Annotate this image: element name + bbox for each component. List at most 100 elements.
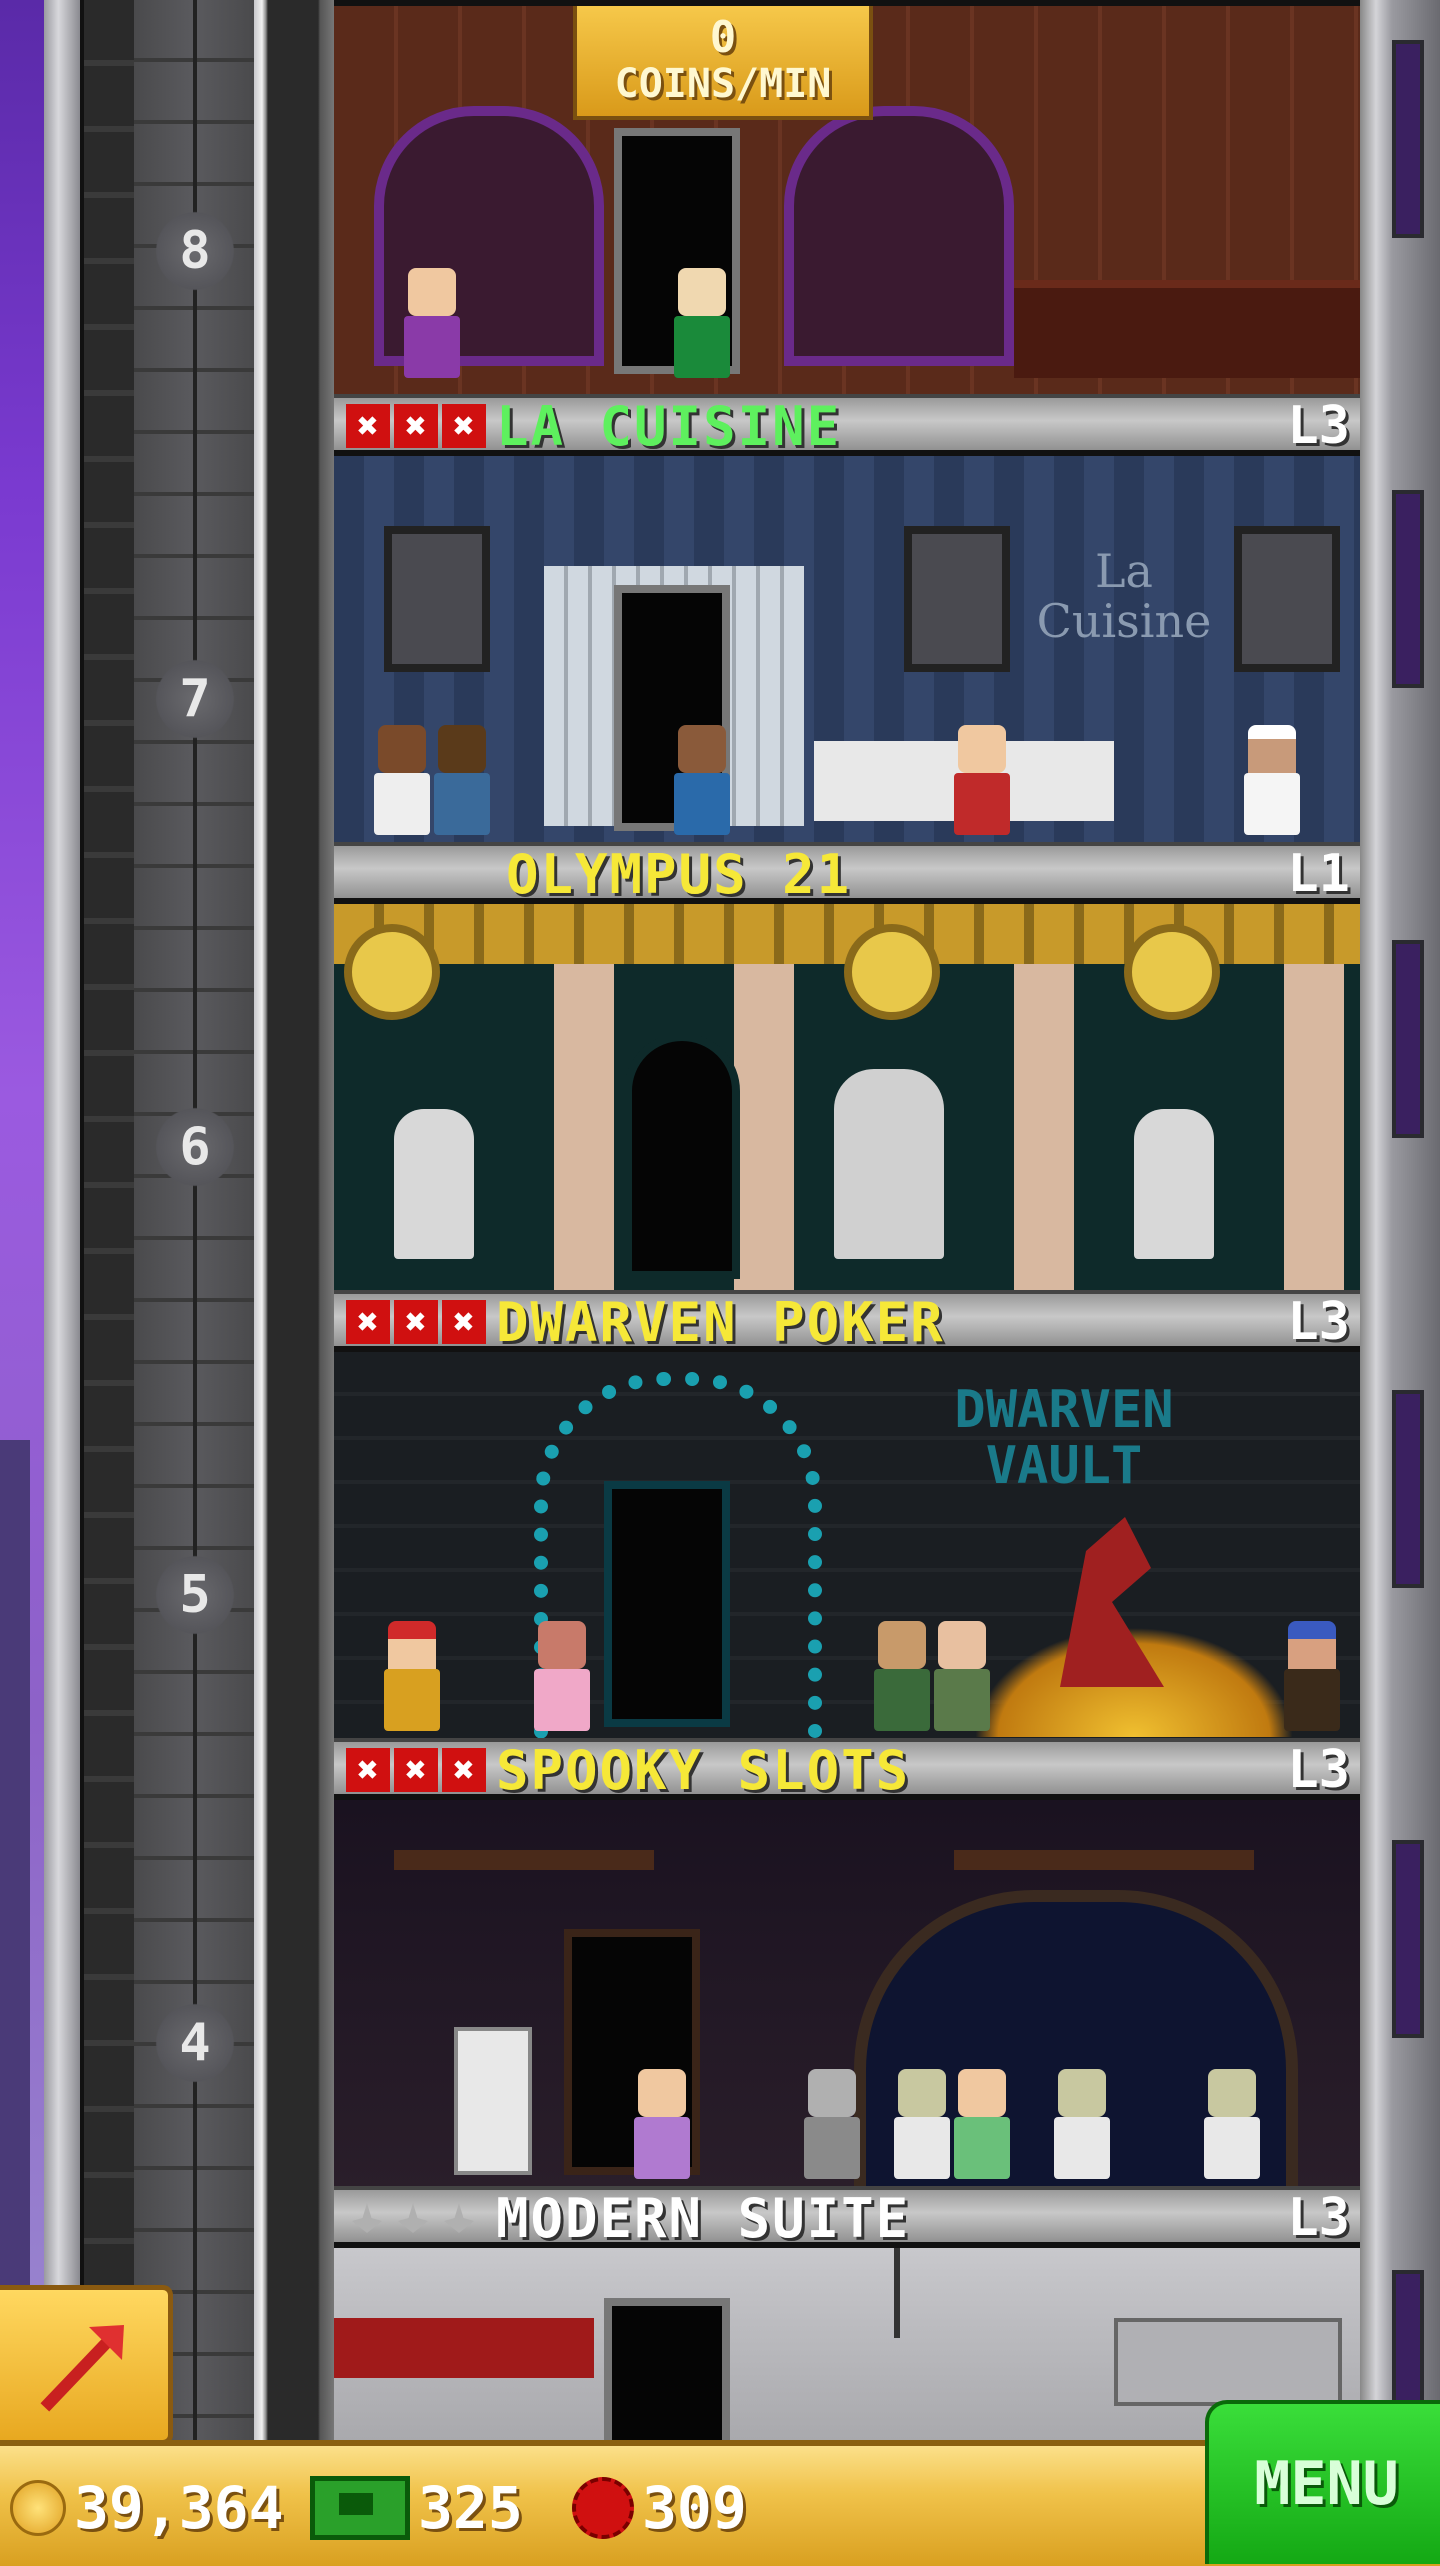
room-name: SPOOKY SLOTS [496,1738,911,1802]
star-rating [346,2203,496,2233]
gem-icon [572,2477,634,2539]
statue [1134,1109,1214,1259]
spade-medallion [1124,924,1220,1020]
floor-label-spooky-slots[interactable]: ✖ ✖ ✖ SPOOKY SLOTS L3 [334,1738,1360,1802]
star-unfilled-x-icon: ✖ [394,404,438,448]
skeleton-bitizen[interactable] [1204,2069,1260,2179]
room-name: OLYMPUS 21 [506,842,852,906]
bitizen[interactable] [934,1621,990,1731]
tower-outer-wall [44,0,80,2440]
wall-painting [904,526,1010,672]
room-floor-8[interactable]: 0 COINS/MIN [334,0,1360,400]
star-unfilled-x-icon: ✖ [442,1748,486,1792]
tower-window [1392,1390,1424,1588]
chef-bitizen[interactable] [1244,725,1300,835]
floor-label-la-cuisine[interactable]: ✖ ✖ ✖ LA CUISINE L3 [334,394,1360,458]
star-unfilled-x-icon: ✖ [442,404,486,448]
room-dwarven-poker[interactable]: DWARVEN VAULT [334,1346,1360,1753]
star-unfilled-x-icon: ✖ [346,1300,390,1344]
column [1284,964,1344,1294]
room-door [624,1033,740,1279]
room-level: L3 [1287,1292,1350,1352]
coins-per-min-unit: COINS/MIN [614,61,832,107]
wall-cabinet [1114,2318,1342,2406]
shaft-wall [254,0,334,2440]
room-olympus-21[interactable] [334,898,1360,1305]
bitizen[interactable] [954,725,1010,835]
bitizen[interactable] [534,1621,590,1731]
tower-window [1392,1840,1424,2038]
star-unfilled-x-icon: ✖ [346,404,390,448]
bitizen[interactable] [674,268,730,378]
statue [834,1069,944,1259]
bitizen[interactable] [674,725,730,835]
room-level: L3 [1287,396,1350,456]
red-arrow-icon [40,2325,124,2412]
skeleton-bitizen[interactable] [894,2069,950,2179]
bitizen[interactable] [954,2069,1010,2179]
skeleton-bitizen[interactable] [1054,2069,1110,2179]
coins-per-min-badge[interactable]: 0 COINS/MIN [573,6,873,120]
star-empty-icon [398,2203,428,2233]
la-cuisine-sign: La Cuisine [1036,544,1212,648]
bux-counter[interactable]: 325 [310,2474,523,2542]
star-empty-icon [444,2203,474,2233]
star-empty-icon [352,2203,382,2233]
coins-per-min-value: 0 [709,12,737,63]
spade-medallion [844,924,940,1020]
coins-counter[interactable]: 39,364 [10,2474,284,2542]
bux-value: 325 [418,2474,523,2542]
tower-window [1392,40,1424,238]
floor-number-7: 7 [150,654,240,744]
build-floor-button[interactable] [0,2285,173,2445]
floor-label-dwarven-poker[interactable]: ✖ ✖ ✖ DWARVEN POKER L3 [334,1290,1360,1354]
chandelier [394,1850,654,1870]
coins-value: 39,364 [74,2474,284,2542]
room-name: DWARVEN POKER [496,1290,945,1354]
tower-window [1392,940,1424,1138]
dwarf-bitizen[interactable] [384,1621,440,1731]
chandelier [954,1850,1254,1870]
floor-number-4: 4 [150,1998,240,2088]
menu-button[interactable]: MENU [1205,2400,1440,2564]
floor-number-5: 5 [150,1550,240,1640]
bitizen[interactable] [374,725,430,835]
bar-counter [1014,280,1360,378]
room-name: MODERN SUITE [496,2186,911,2250]
bitizen[interactable] [404,268,460,378]
room-spooky-slots[interactable] [334,1794,1360,2201]
room-door [604,1481,730,1727]
room-level: L3 [1287,1740,1350,1800]
bux-icon [310,2476,410,2540]
star-unfilled-x-icon: ✖ [346,1748,390,1792]
star-unfilled-x-icon: ✖ [442,1300,486,1344]
tower-right-wall [1360,0,1440,2440]
zombie-bitizen[interactable] [804,2069,860,2179]
red-sofa-back [334,2318,594,2378]
elevator-rail [80,0,138,2440]
wine-rack-arch [784,106,1014,366]
room-la-cuisine[interactable]: La Cuisine [334,450,1360,857]
bitizen[interactable] [874,1621,930,1731]
column [734,964,794,1294]
dwarven-vault-sign: DWARVEN VAULT [954,1380,1174,1496]
floor-label-olympus-21[interactable]: OLYMPUS 21 L1 [334,842,1360,906]
column [554,964,614,1294]
star-unfilled-x-icon: ✖ [394,1300,438,1344]
wall-painting [1234,526,1340,672]
dwarf-bitizen[interactable] [1284,1621,1340,1731]
bitizen[interactable] [634,2069,690,2179]
coin-icon [10,2480,66,2536]
column [1014,964,1074,1294]
bitizen[interactable] [434,725,490,835]
spade-medallion [344,924,440,1020]
star-unfilled-x-icon: ✖ [394,1748,438,1792]
statue [394,1109,474,1259]
pendant-lamp [894,2248,900,2338]
gems-counter[interactable]: 309 [572,2474,747,2542]
slot-machine [454,2027,532,2175]
floor-label-modern-suite[interactable]: MODERN SUITE L3 [334,2186,1360,2250]
star-rating: ✖ ✖ ✖ [346,404,496,448]
room-door [604,2298,730,2446]
star-rating: ✖ ✖ ✖ [346,1748,496,1792]
